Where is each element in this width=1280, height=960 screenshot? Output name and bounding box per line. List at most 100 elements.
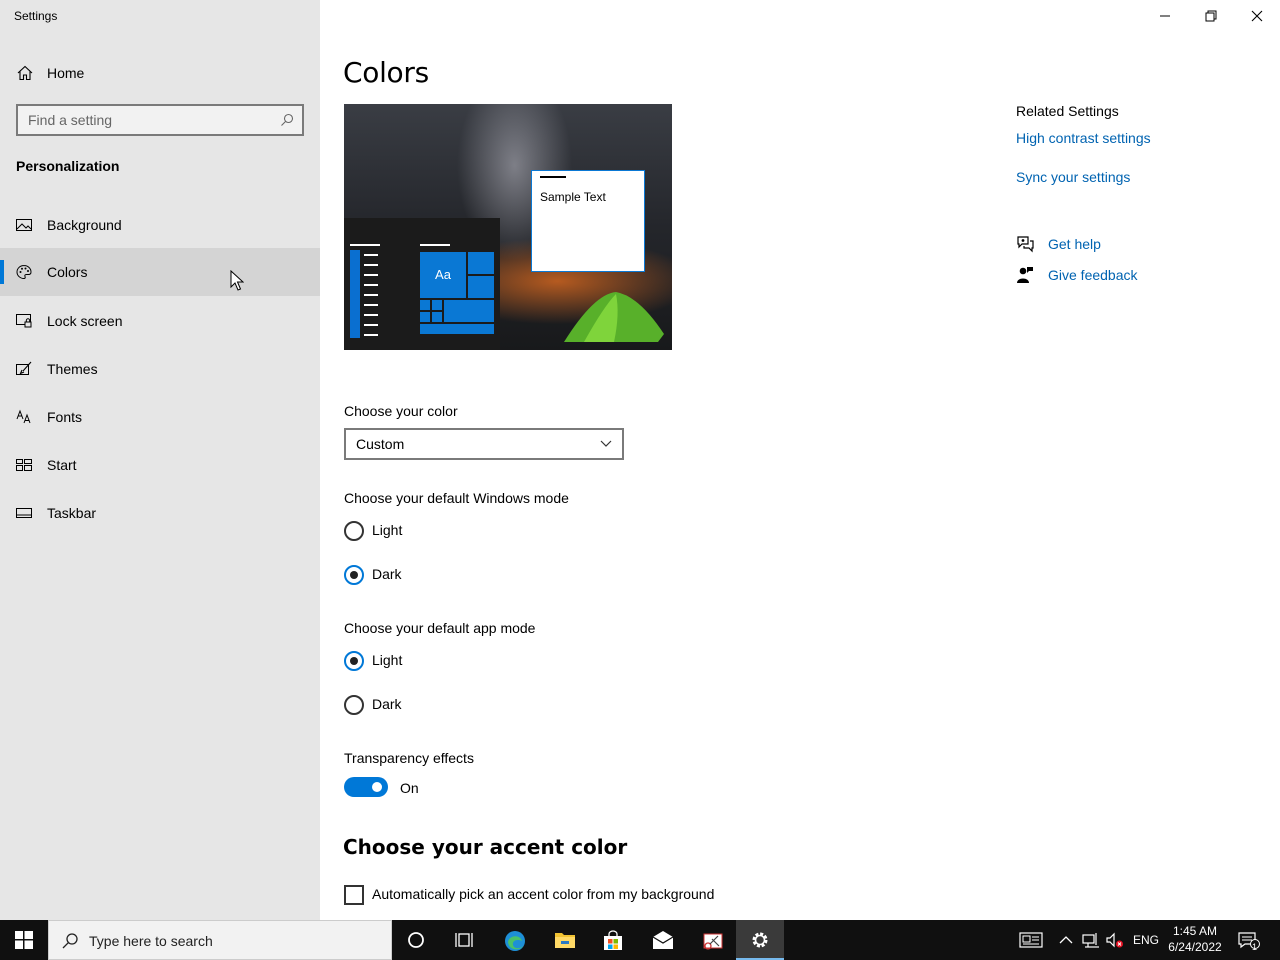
tent-image <box>564 292 664 342</box>
menu-line <box>364 294 378 296</box>
sidebar-item-themes[interactable]: Themes <box>0 345 320 393</box>
restore-icon <box>1205 10 1217 22</box>
sidebar-item-label: Start <box>47 457 77 473</box>
news-widget-icon[interactable] <box>1019 931 1043 949</box>
network-icon[interactable] <box>1082 931 1100 949</box>
mouse-cursor-icon <box>230 270 244 291</box>
cortana-button[interactable] <box>392 920 440 960</box>
radio-label: Light <box>372 522 403 538</box>
dropdown-value: Custom <box>356 436 405 452</box>
radio-circle <box>344 565 364 585</box>
preview-tile <box>420 312 430 322</box>
toggle-state-label: On <box>400 780 419 796</box>
sidebar-item-background[interactable]: Background <box>0 201 320 249</box>
minimize-icon <box>1160 15 1170 17</box>
volume-muted-icon[interactable] <box>1106 931 1124 949</box>
minimize-button[interactable] <box>1142 0 1188 32</box>
notification-count: 1 <box>1252 942 1258 952</box>
menu-line <box>364 284 378 286</box>
taskbar: Type here to search ENG 1:45 AM 6/24/202… <box>0 920 1280 960</box>
sidebar-item-taskbar[interactable]: Taskbar <box>0 489 320 537</box>
store-button[interactable] <box>588 920 636 960</box>
restore-button[interactable] <box>1188 0 1234 32</box>
sidebar-item-lock-screen[interactable]: Lock screen <box>0 297 320 345</box>
task-view-icon <box>455 933 473 947</box>
clock-time: 1:45 AM <box>1172 924 1218 938</box>
section-title: Personalization <box>16 158 120 174</box>
menu-line <box>364 264 378 266</box>
folder-icon <box>555 933 575 948</box>
high-contrast-link[interactable]: High contrast settings <box>1016 130 1151 146</box>
start-menu-rail <box>350 250 360 338</box>
accent-heading: Choose your accent color <box>343 835 628 859</box>
auto-accent-checkbox[interactable] <box>344 885 364 905</box>
radio-circle <box>344 695 364 715</box>
preview-tile <box>420 300 430 310</box>
menu-line <box>364 304 378 306</box>
snipping-tool-icon <box>703 933 723 950</box>
menu-line <box>364 334 378 336</box>
menu-line <box>364 254 378 256</box>
gear-icon <box>752 932 768 948</box>
home-label: Home <box>47 65 85 81</box>
settings-taskbar-button[interactable] <box>736 920 784 960</box>
menu-line <box>350 244 380 246</box>
start-button[interactable] <box>0 920 48 960</box>
radio-label: Light <box>372 652 403 668</box>
cortana-icon <box>408 932 424 948</box>
radio-circle <box>344 521 364 541</box>
close-icon <box>1251 10 1263 22</box>
radio-label: Dark <box>372 696 402 712</box>
sidebar-item-label: Fonts <box>47 409 83 425</box>
find-setting-input[interactable]: Find a setting <box>16 104 304 136</box>
sidebar: Settings Home Find a setting Personaliza… <box>0 0 320 920</box>
get-help-link[interactable]: Get help <box>1048 236 1101 252</box>
radio-circle <box>344 651 364 671</box>
edge-taskbar-button[interactable] <box>490 920 538 960</box>
app-mode-light-radio[interactable]: Light <box>344 649 544 673</box>
task-view-button[interactable] <box>440 920 488 960</box>
app-mode-dark-radio[interactable]: Dark <box>344 693 544 717</box>
sidebar-item-colors[interactable]: Colors <box>0 248 320 296</box>
search-icon <box>62 933 78 949</box>
sidebar-item-fonts[interactable]: Fonts <box>0 393 320 441</box>
windows-mode-dark-radio[interactable]: Dark <box>344 563 544 587</box>
sidebar-item-label: Colors <box>47 264 88 280</box>
palette-icon <box>16 264 32 280</box>
clock[interactable]: 1:45 AM 6/24/2022 <box>1164 923 1226 955</box>
close-button[interactable] <box>1234 0 1280 32</box>
taskbar-search-placeholder: Type here to search <box>89 933 213 949</box>
language-indicator[interactable]: ENG <box>1133 933 1159 947</box>
sample-window: Sample Text <box>531 170 645 272</box>
snipping-tool-button[interactable] <box>688 920 736 960</box>
chevron-up-icon[interactable] <box>1058 931 1074 949</box>
lock-screen-icon <box>16 314 32 328</box>
file-explorer-button[interactable] <box>540 920 588 960</box>
taskbar-search-box[interactable]: Type here to search <box>48 920 392 960</box>
transparency-toggle[interactable] <box>344 777 388 797</box>
sidebar-item-label: Background <box>47 217 122 233</box>
choose-color-dropdown[interactable]: Custom <box>344 428 624 460</box>
feedback-icon <box>1017 267 1033 283</box>
preview-tile <box>432 312 442 322</box>
brush-icon <box>16 361 32 375</box>
preview-tile <box>468 252 494 274</box>
menu-line <box>364 314 378 316</box>
auto-accent-label: Automatically pick an accent color from … <box>372 886 715 902</box>
preview-tile <box>432 300 442 310</box>
mail-button[interactable] <box>638 920 686 960</box>
app-title: Settings <box>14 9 58 23</box>
give-feedback-link[interactable]: Give feedback <box>1048 267 1138 283</box>
menu-line <box>364 274 378 276</box>
sidebar-item-start[interactable]: Start <box>0 441 320 489</box>
windows-mode-light-radio[interactable]: Light <box>344 519 544 543</box>
menu-line <box>420 244 450 246</box>
start-icon <box>16 459 32 471</box>
search-placeholder: Find a setting <box>28 112 113 128</box>
preview-tile <box>420 324 494 334</box>
home-nav-item[interactable]: Home <box>0 52 320 94</box>
sync-settings-link[interactable]: Sync your settings <box>1016 169 1130 185</box>
transparency-label: Transparency effects <box>344 750 474 766</box>
page-title: Colors <box>343 56 429 89</box>
picture-icon <box>16 219 32 231</box>
